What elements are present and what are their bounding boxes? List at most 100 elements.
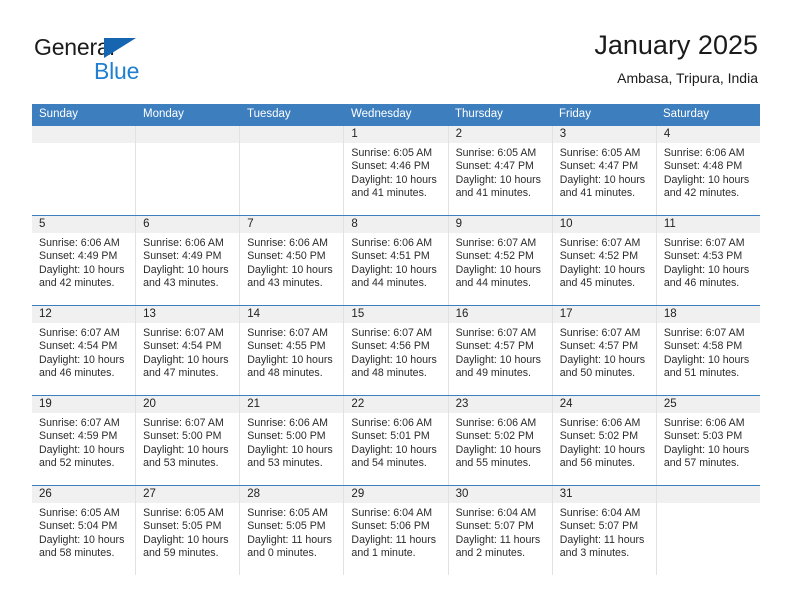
daylight-line-1: Daylight: 10 hours — [39, 263, 125, 276]
daylight-line-1: Daylight: 10 hours — [455, 263, 541, 276]
day-cell[interactable]: 6 Sunrise: 6:06 AM Sunset: 4:49 PM Dayli… — [135, 216, 240, 305]
daylight-line-2: and 53 minutes. — [143, 457, 219, 470]
day-cell[interactable]: 16 Sunrise: 6:07 AM Sunset: 4:57 PM Dayl… — [447, 306, 552, 395]
day-cell[interactable]: 3 Sunrise: 6:05 AM Sunset: 4:47 PM Dayli… — [551, 126, 656, 215]
daylight-line-1: Daylight: 10 hours — [39, 443, 125, 456]
day-number: 12 — [32, 306, 136, 323]
sunset-line: Sunset: 4:47 PM — [559, 160, 639, 173]
logo-word-blue: Blue — [94, 58, 140, 84]
daylight-line-1: Daylight: 10 hours — [559, 443, 646, 456]
sunrise-line: Sunrise: 6:06 AM — [663, 417, 745, 429]
day-cell[interactable]: 9 Sunrise: 6:07 AM Sunset: 4:52 PM Dayli… — [447, 216, 552, 305]
daylight-line-1: Daylight: 10 hours — [559, 173, 646, 186]
daylight-line-1: Daylight: 10 hours — [455, 353, 541, 366]
daylight-line-2: and 56 minutes. — [559, 457, 636, 470]
day-cell[interactable]: 25 Sunrise: 6:06 AM Sunset: 5:03 PM Dayl… — [655, 396, 760, 485]
day-cell[interactable]: 31 Sunrise: 6:04 AM Sunset: 5:07 PM Dayl… — [551, 486, 656, 575]
day-cell[interactable]: 15 Sunrise: 6:07 AM Sunset: 4:56 PM Dayl… — [343, 306, 448, 395]
daylight-line-2: and 44 minutes. — [455, 277, 531, 290]
day-cell[interactable] — [135, 126, 240, 215]
day-cell[interactable]: 4 Sunrise: 6:06 AM Sunset: 4:48 PM Dayli… — [655, 126, 760, 215]
day-cell[interactable]: 22 Sunrise: 6:06 AM Sunset: 5:01 PM Dayl… — [343, 396, 448, 485]
day-cell[interactable]: 5 Sunrise: 6:06 AM Sunset: 4:49 PM Dayli… — [32, 216, 136, 305]
day-details: Sunrise: 6:06 AM Sunset: 4:49 PM Dayligh… — [32, 233, 135, 291]
page-header: General Blue January 2025 Ambasa, Tripur… — [34, 28, 758, 96]
day-cell[interactable]: 8 Sunrise: 6:06 AM Sunset: 4:51 PM Dayli… — [343, 216, 448, 305]
day-cell[interactable]: 14 Sunrise: 6:07 AM Sunset: 4:55 PM Dayl… — [239, 306, 344, 395]
day-number: 8 — [344, 216, 448, 233]
day-details: Sunrise: 6:07 AM Sunset: 4:57 PM Dayligh… — [449, 323, 552, 381]
day-cell[interactable]: 23 Sunrise: 6:06 AM Sunset: 5:02 PM Dayl… — [447, 396, 552, 485]
day-cell[interactable]: 26 Sunrise: 6:05 AM Sunset: 5:04 PM Dayl… — [32, 486, 136, 575]
sunrise-line: Sunrise: 6:06 AM — [247, 417, 328, 429]
sunrise-line: Sunrise: 6:07 AM — [559, 237, 641, 249]
weekday-header-row: Sunday Monday Tuesday Wednesday Thursday… — [32, 104, 760, 125]
sunset-line: Sunset: 5:05 PM — [247, 520, 326, 533]
day-cell[interactable] — [239, 126, 344, 215]
day-cell[interactable]: 24 Sunrise: 6:06 AM Sunset: 5:02 PM Dayl… — [551, 396, 656, 485]
day-details — [136, 143, 239, 147]
sunrise-line: Sunrise: 6:07 AM — [143, 327, 224, 339]
day-cell[interactable]: 29 Sunrise: 6:04 AM Sunset: 5:06 PM Dayl… — [343, 486, 448, 575]
day-cell[interactable]: 30 Sunrise: 6:04 AM Sunset: 5:07 PM Dayl… — [447, 486, 552, 575]
day-number: 17 — [552, 306, 656, 323]
sunrise-line: Sunrise: 6:05 AM — [559, 147, 641, 159]
day-details: Sunrise: 6:06 AM Sunset: 5:00 PM Dayligh… — [240, 413, 343, 471]
sunset-line: Sunset: 4:46 PM — [351, 160, 430, 173]
daylight-line-1: Daylight: 10 hours — [455, 173, 541, 186]
sunset-line: Sunset: 5:02 PM — [559, 430, 639, 443]
day-number — [656, 486, 760, 503]
day-cell[interactable]: 19 Sunrise: 6:07 AM Sunset: 4:59 PM Dayl… — [32, 396, 136, 485]
sunrise-line: Sunrise: 6:06 AM — [455, 417, 537, 429]
day-cell[interactable]: 7 Sunrise: 6:06 AM Sunset: 4:50 PM Dayli… — [239, 216, 344, 305]
day-cell[interactable]: 21 Sunrise: 6:06 AM Sunset: 5:00 PM Dayl… — [239, 396, 344, 485]
day-cell[interactable]: 28 Sunrise: 6:05 AM Sunset: 5:05 PM Dayl… — [239, 486, 344, 575]
day-details: Sunrise: 6:06 AM Sunset: 5:02 PM Dayligh… — [553, 413, 656, 471]
day-details — [240, 143, 343, 147]
day-cell[interactable]: 12 Sunrise: 6:07 AM Sunset: 4:54 PM Dayl… — [32, 306, 136, 395]
sunset-line: Sunset: 5:02 PM — [455, 430, 534, 443]
logo-word-general: General — [34, 34, 115, 60]
page-subtitle: Ambasa, Tripura, India — [617, 70, 758, 86]
day-number: 1 — [344, 126, 448, 143]
day-number: 9 — [448, 216, 552, 233]
daylight-line-1: Daylight: 10 hours — [143, 443, 229, 456]
day-cell[interactable] — [655, 486, 760, 575]
general-blue-logo: General Blue — [34, 34, 224, 92]
daylight-line-1: Daylight: 10 hours — [351, 443, 437, 456]
day-cell[interactable]: 20 Sunrise: 6:07 AM Sunset: 5:00 PM Dayl… — [135, 396, 240, 485]
sunrise-line: Sunrise: 6:07 AM — [247, 327, 328, 339]
day-cell[interactable]: 10 Sunrise: 6:07 AM Sunset: 4:52 PM Dayl… — [551, 216, 656, 305]
day-cell[interactable]: 1 Sunrise: 6:05 AM Sunset: 4:46 PM Dayli… — [343, 126, 448, 215]
day-details: Sunrise: 6:06 AM Sunset: 4:49 PM Dayligh… — [136, 233, 239, 291]
daylight-line-2: and 57 minutes. — [663, 457, 740, 470]
sunrise-line: Sunrise: 6:07 AM — [455, 327, 537, 339]
sunset-line: Sunset: 5:07 PM — [559, 520, 639, 533]
sunset-line: Sunset: 5:07 PM — [455, 520, 534, 533]
day-cell[interactable]: 17 Sunrise: 6:07 AM Sunset: 4:57 PM Dayl… — [551, 306, 656, 395]
day-number: 28 — [240, 486, 344, 503]
daylight-line-1: Daylight: 11 hours — [559, 533, 645, 546]
day-details: Sunrise: 6:07 AM Sunset: 4:52 PM Dayligh… — [449, 233, 552, 291]
day-details: Sunrise: 6:07 AM Sunset: 4:57 PM Dayligh… — [553, 323, 656, 381]
day-details: Sunrise: 6:05 AM Sunset: 4:46 PM Dayligh… — [344, 143, 447, 201]
sunrise-line: Sunrise: 6:07 AM — [39, 417, 120, 429]
day-details: Sunrise: 6:07 AM Sunset: 4:54 PM Dayligh… — [136, 323, 239, 381]
day-cell[interactable]: 27 Sunrise: 6:05 AM Sunset: 5:05 PM Dayl… — [135, 486, 240, 575]
daylight-line-2: and 46 minutes. — [663, 277, 740, 290]
weekday-header-sunday: Sunday — [39, 108, 79, 120]
sunrise-line: Sunrise: 6:07 AM — [143, 417, 224, 429]
sunset-line: Sunset: 4:49 PM — [143, 250, 222, 263]
day-number: 29 — [344, 486, 448, 503]
day-number: 6 — [136, 216, 240, 233]
daylight-line-2: and 41 minutes. — [559, 187, 636, 200]
sunrise-line: Sunrise: 6:05 AM — [39, 507, 120, 519]
day-cell[interactable]: 11 Sunrise: 6:07 AM Sunset: 4:53 PM Dayl… — [655, 216, 760, 305]
day-cell[interactable]: 18 Sunrise: 6:07 AM Sunset: 4:58 PM Dayl… — [655, 306, 760, 395]
day-details: Sunrise: 6:07 AM Sunset: 4:56 PM Dayligh… — [344, 323, 447, 381]
day-cell[interactable] — [32, 126, 136, 215]
day-cell[interactable]: 13 Sunrise: 6:07 AM Sunset: 4:54 PM Dayl… — [135, 306, 240, 395]
day-cell[interactable]: 2 Sunrise: 6:05 AM Sunset: 4:47 PM Dayli… — [447, 126, 552, 215]
daylight-line-1: Daylight: 11 hours — [455, 533, 541, 546]
weekday-header-saturday: Saturday — [663, 108, 710, 120]
